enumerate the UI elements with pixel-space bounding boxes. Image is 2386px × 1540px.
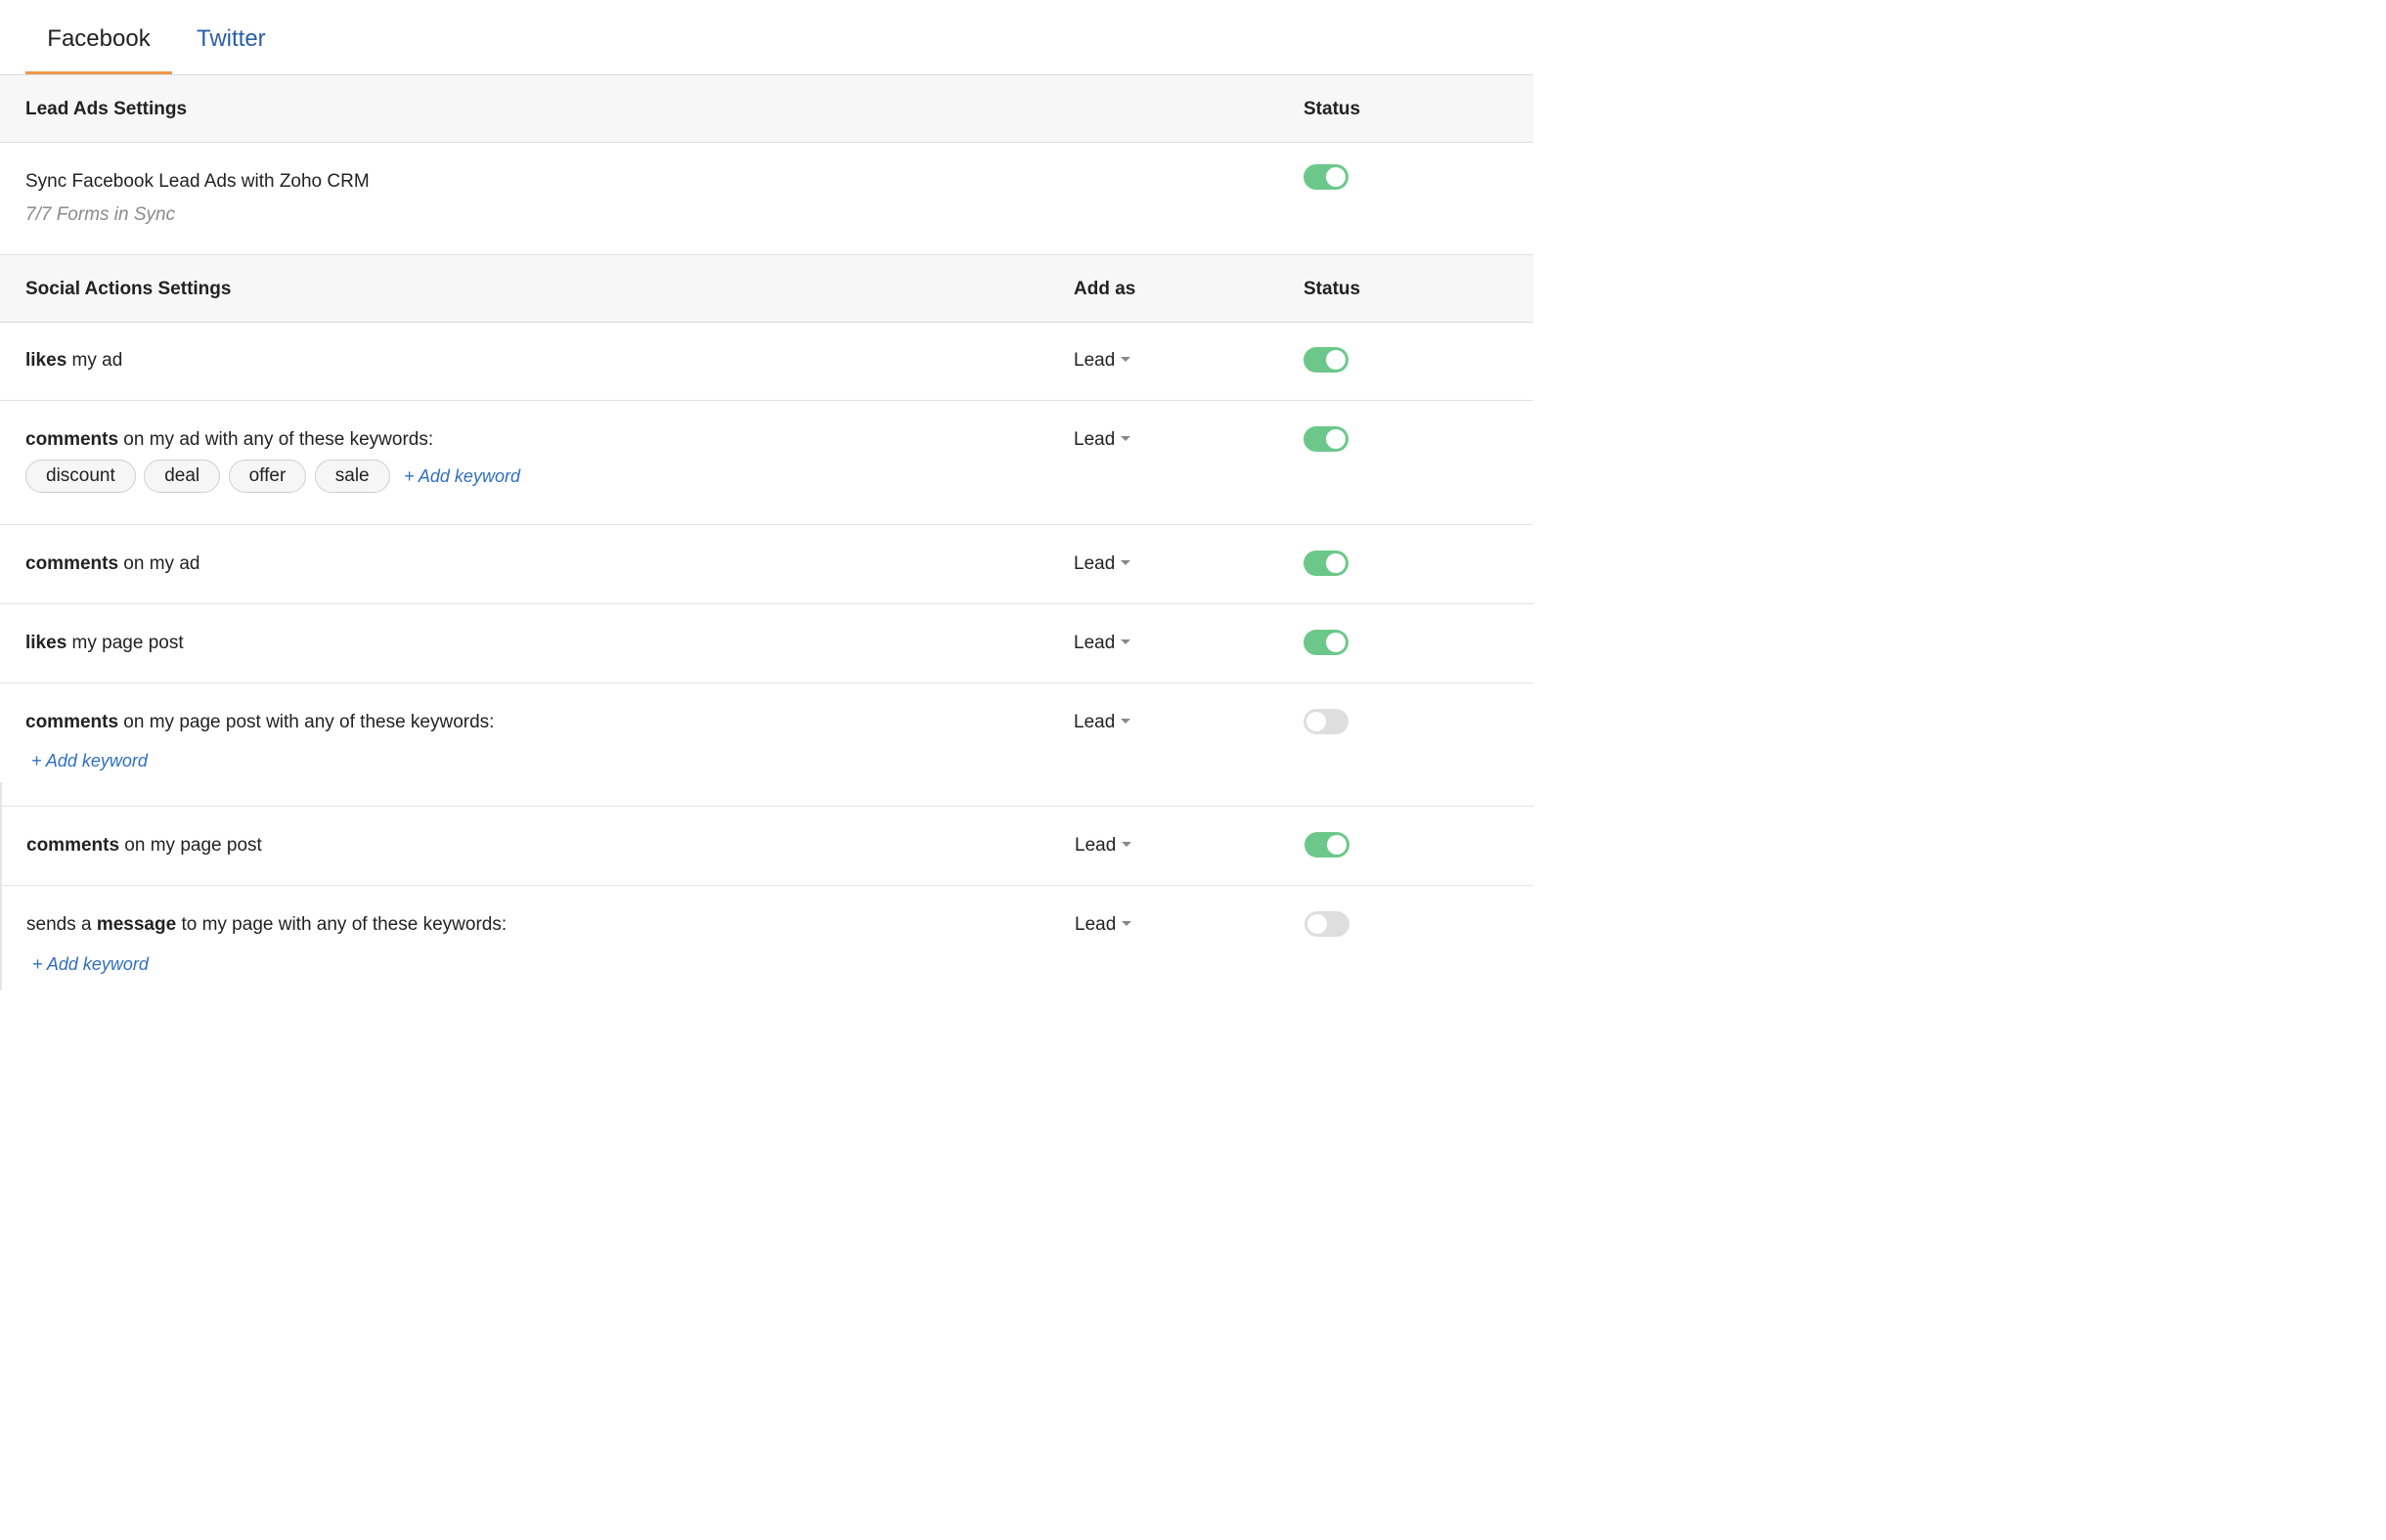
action-prefix: sends a — [26, 914, 97, 935]
caret-down-icon — [1122, 921, 1132, 927]
lead-ads-sync-subtitle: 7/7 Forms in Sync — [25, 204, 176, 225]
social-action-row: comments on my page post with any of the… — [0, 683, 1533, 807]
action-description: on my ad with any of these keywords: — [118, 429, 434, 450]
keyword-chip[interactable]: discount — [25, 460, 136, 493]
add-as-value: Lead — [1075, 914, 1117, 935]
caret-down-icon — [1121, 560, 1131, 566]
status-toggle[interactable] — [1303, 709, 1348, 734]
settings-page: Facebook Twitter Lead Ads Settings Statu… — [0, 0, 1533, 990]
action-description: on my page post with any of these keywor… — [118, 712, 495, 732]
add-as-value: Lead — [1074, 429, 1116, 450]
lead-ads-sync-row: Sync Facebook Lead Ads with Zoho CRM 7/7… — [0, 143, 1533, 255]
status-toggle[interactable] — [1304, 911, 1349, 937]
lead-ads-status-header: Status — [1303, 99, 1361, 119]
add-as-dropdown[interactable]: Lead — [1075, 914, 1132, 936]
social-action-label: comments on my page post with any of the… — [25, 712, 494, 733]
social-actions-status-header: Status — [1303, 279, 1361, 299]
status-toggle[interactable] — [1303, 347, 1348, 373]
keyword-chip[interactable]: offer — [228, 460, 307, 493]
left-edge-divider — [0, 782, 2, 990]
action-description: on my page post — [119, 835, 262, 856]
toggle-knob — [1327, 835, 1347, 855]
add-as-header: Add as — [1074, 279, 1136, 299]
toggle-knob — [1326, 553, 1346, 573]
keyword-chip[interactable]: sale — [314, 460, 390, 493]
caret-down-icon — [1121, 357, 1131, 363]
lead-ads-header: Lead Ads Settings Status — [0, 75, 1533, 143]
social-action-label: sends a message to my page with any of t… — [26, 914, 507, 936]
add-as-dropdown[interactable]: Lead — [1074, 712, 1131, 733]
toggle-knob — [1307, 914, 1327, 934]
toggle-knob — [1326, 167, 1346, 187]
social-action-row: comments on my ad with any of these keyw… — [0, 401, 1533, 525]
action-verb: likes — [25, 350, 67, 371]
action-verb: comments — [25, 553, 119, 574]
tab-twitter[interactable]: Twitter — [197, 0, 266, 74]
social-action-label: comments on my page post — [26, 835, 262, 857]
add-as-value: Lead — [1074, 350, 1116, 371]
add-as-value: Lead — [1074, 553, 1116, 574]
social-action-label: likes my page post — [25, 633, 184, 654]
status-toggle[interactable] — [1303, 426, 1348, 452]
status-toggle[interactable] — [1304, 832, 1349, 858]
keyword-list: discount deal offer sale + Add keyword — [25, 460, 520, 493]
toggle-knob — [1326, 633, 1346, 652]
add-as-value: Lead — [1074, 633, 1116, 653]
lead-ads-sync-label: Sync Facebook Lead Ads with Zoho CRM — [25, 171, 370, 192]
toggle-knob — [1306, 712, 1326, 731]
add-as-dropdown[interactable]: Lead — [1074, 553, 1131, 575]
social-actions-title: Social Actions Settings — [25, 279, 232, 299]
status-toggle[interactable] — [1303, 550, 1348, 576]
add-as-dropdown[interactable]: Lead — [1074, 350, 1131, 372]
social-action-label: comments on my ad — [25, 553, 199, 575]
tab-facebook[interactable]: Facebook — [25, 0, 172, 74]
caret-down-icon — [1121, 436, 1131, 442]
social-action-row: likes my page post Lead — [0, 604, 1533, 683]
tab-bar: Facebook Twitter — [0, 0, 1533, 75]
add-as-dropdown[interactable]: Lead — [1075, 835, 1132, 857]
keyword-chip[interactable]: deal — [144, 460, 221, 493]
action-description: on my ad — [118, 553, 200, 574]
social-actions-header: Social Actions Settings Add as Status — [0, 255, 1533, 323]
social-action-label: likes my ad — [25, 350, 122, 372]
toggle-knob — [1326, 429, 1346, 449]
social-action-row: comments on my page post Lead — [0, 807, 1533, 886]
caret-down-icon — [1121, 639, 1131, 645]
add-keyword-link[interactable]: + Add keyword — [32, 954, 149, 975]
lead-ads-sync-toggle[interactable] — [1303, 164, 1348, 190]
action-verb: comments — [25, 429, 119, 450]
action-description: my ad — [66, 350, 123, 371]
action-description: to my page with any of these keywords: — [176, 914, 508, 935]
add-keyword-link[interactable]: + Add keyword — [31, 751, 148, 771]
social-action-row: comments on my ad Lead — [0, 525, 1533, 604]
add-as-dropdown[interactable]: Lead — [1074, 429, 1131, 451]
lead-ads-title: Lead Ads Settings — [25, 99, 188, 119]
toggle-knob — [1326, 350, 1346, 370]
add-keyword-link[interactable]: + Add keyword — [404, 466, 520, 487]
add-as-value: Lead — [1074, 712, 1116, 732]
caret-down-icon — [1121, 719, 1131, 725]
add-as-value: Lead — [1075, 835, 1117, 856]
action-verb: comments — [26, 835, 120, 856]
social-action-label: comments on my ad with any of these keyw… — [25, 429, 433, 451]
action-verb: message — [96, 914, 177, 935]
caret-down-icon — [1122, 842, 1132, 848]
social-action-row: sends a message to my page with any of t… — [0, 886, 1533, 990]
social-action-row: likes my ad Lead — [0, 323, 1533, 401]
action-verb: comments — [25, 712, 119, 732]
status-toggle[interactable] — [1303, 630, 1348, 655]
action-description: my page post — [66, 633, 184, 653]
action-verb: likes — [25, 633, 67, 653]
add-as-dropdown[interactable]: Lead — [1074, 633, 1131, 654]
